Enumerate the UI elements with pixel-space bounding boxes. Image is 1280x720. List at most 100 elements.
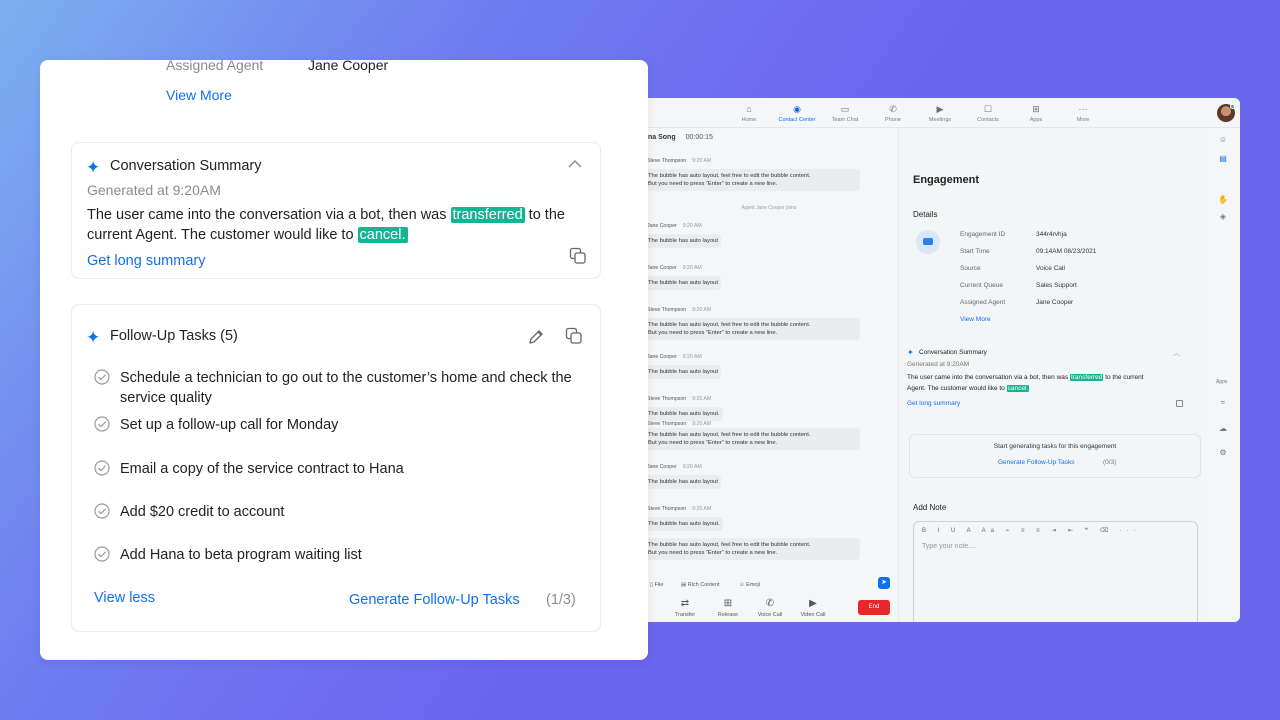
- message-meta: Steve Thompson 9:20 AM: [647, 421, 712, 427]
- check-circle-icon[interactable]: [94, 416, 110, 432]
- nav-label: Home: [741, 117, 757, 123]
- check-circle-icon[interactable]: [94, 546, 110, 562]
- detail-value: 344r4rvhja: [1036, 231, 1067, 238]
- nav-contact-center[interactable]: ◉ Contact Center: [772, 103, 822, 123]
- message-bubble: The bubble has auto layout: [645, 234, 721, 249]
- right-rail: ☺ ▤ ✋ ◈ Apps ≈ ☁ ⚙: [1206, 128, 1240, 622]
- action-label: Video Call: [800, 612, 826, 618]
- detail-value: Jane Cooper: [1036, 299, 1074, 306]
- cloud-icon[interactable]: ☁: [1218, 424, 1228, 434]
- release-button[interactable]: ⊞ Release: [708, 598, 748, 618]
- voice-call-button[interactable]: ✆ Voice Call: [750, 598, 790, 618]
- detail-label: Current Queue: [960, 282, 1003, 289]
- message-meta: Jane Cooper 9:20 AM: [647, 265, 702, 271]
- sparkle-icon: ✦: [86, 328, 101, 347]
- summary-card: ✦ Conversation Summary ︿ Generated at 9:…: [905, 348, 1195, 420]
- phone-icon: ✆: [765, 598, 775, 609]
- attach-file-button[interactable]: ▯ File: [650, 582, 663, 588]
- nav-phone[interactable]: ✆ Phone: [868, 103, 918, 123]
- message-meta: Steve Thompson 9:20 AM: [647, 506, 712, 512]
- video-call-button[interactable]: ▶ Video Call: [793, 598, 833, 618]
- check-circle-icon[interactable]: [94, 460, 110, 476]
- hand-icon[interactable]: ✋: [1218, 195, 1228, 205]
- summary-card-zoomed: Assigned Agent Jane Cooper View More ✦ C…: [40, 60, 648, 660]
- more-icon: ···: [1078, 104, 1088, 114]
- follow-up-tasks-card: ✦ Follow-Up Tasks (5) Schedule a technic…: [71, 304, 601, 632]
- get-long-summary-link[interactable]: Get long summary: [907, 400, 960, 407]
- hubspot-icon[interactable]: ⚙: [1218, 448, 1228, 458]
- nav-contacts[interactable]: ☐ Contacts: [963, 103, 1013, 123]
- summary-title: Conversation Summary: [110, 158, 262, 174]
- task-text: Set up a follow-up call for Monday: [120, 417, 339, 433]
- generate-count: (1/3): [546, 592, 576, 608]
- transfer-icon: ⇄: [680, 598, 690, 609]
- chevron-up-icon[interactable]: [568, 157, 582, 171]
- get-long-summary-link[interactable]: Get long summary: [87, 253, 205, 269]
- message-bubble: The bubble has auto layout: [645, 365, 721, 380]
- document-icon[interactable]: ▤: [1218, 154, 1228, 164]
- send-icon[interactable]: ➤: [878, 577, 890, 589]
- message-meta: Steve Thompson 9:20 AM: [647, 307, 712, 313]
- action-label: Voice Call: [757, 612, 783, 618]
- eye-icon[interactable]: ◈: [1218, 212, 1228, 222]
- message-meta: Steve Thompson 9:20 AM: [647, 396, 712, 402]
- video-icon: ▶: [809, 598, 817, 609]
- transfer-button[interactable]: ⇄ Transfer: [665, 598, 705, 618]
- generate-tasks-link[interactable]: Generate Follow-Up Tasks: [349, 592, 520, 608]
- view-more-link[interactable]: View More: [960, 316, 991, 323]
- app-logo-icon[interactable]: ≈: [1218, 398, 1228, 408]
- summary-title: Conversation Summary: [919, 349, 987, 356]
- chat-icon: ▭: [840, 104, 850, 114]
- end-call-button[interactable]: End: [858, 600, 890, 615]
- nav-label: Meetings: [928, 117, 952, 123]
- nav-label: Contacts: [977, 117, 999, 123]
- nav-apps[interactable]: ⊞ Apps: [1011, 103, 1061, 123]
- conversation-summary-card: ✦ Conversation Summary Generated at 9:20…: [71, 142, 601, 279]
- engagement-panel: Engagement Details Engagement ID 344r4rv…: [899, 128, 1206, 622]
- note-editor[interactable]: B I U A Aa ⌁ ≡ ≡ ⇥ ⇤ ❝ ⌫ ··· Type your n…: [913, 521, 1198, 622]
- emoji-button[interactable]: ☺ Emoji: [739, 582, 760, 588]
- sparkle-icon: ✦: [86, 158, 101, 177]
- nav-label: Contact Center: [778, 117, 816, 123]
- chevron-up-icon[interactable]: ︿: [1173, 348, 1180, 358]
- generate-tasks-link[interactable]: Generate Follow-Up Tasks: [998, 459, 1074, 466]
- rich-content-button[interactable]: ▤ Rich Content: [681, 582, 720, 588]
- generate-prompt: Start generating tasks for this engageme…: [993, 443, 1117, 450]
- view-less-link[interactable]: View less: [94, 590, 155, 606]
- apps-icon: ⊞: [1032, 104, 1040, 114]
- detail-value: Voice Call: [1036, 265, 1065, 272]
- copy-icon[interactable]: [565, 327, 583, 345]
- message-bubble: The bubble has auto layout, feel free to…: [645, 318, 860, 341]
- view-more-link[interactable]: View More: [166, 87, 232, 103]
- check-circle-icon[interactable]: [94, 369, 110, 385]
- copy-icon[interactable]: [569, 247, 587, 265]
- nav-more[interactable]: ··· More: [1058, 103, 1108, 123]
- nav-label: Apps: [1029, 117, 1043, 123]
- panel-title: Engagement: [913, 174, 980, 186]
- nav-home[interactable]: ⌂ Home: [724, 103, 774, 123]
- note-placeholder: Type your note....: [922, 543, 977, 550]
- user-icon[interactable]: ☺: [1218, 135, 1228, 145]
- detail-value: 09:14AM 08/23/2021: [1036, 248, 1097, 255]
- copy-icon[interactable]: [1176, 400, 1183, 407]
- pencil-icon[interactable]: [527, 328, 545, 346]
- nav-meetings[interactable]: ▶ Meetings: [915, 103, 965, 123]
- detail-label: Start Time: [960, 248, 990, 255]
- summary-generated: Generated at 9:20AM: [907, 361, 970, 368]
- detail-label: Assigned Agent: [960, 299, 1006, 306]
- action-label: Release: [717, 612, 739, 618]
- summary-text: The user came into the conversation via …: [87, 207, 565, 243]
- contact-center-window: ⌂ Home ◉ Contact Center ▭ Team Chat ✆ Phone …: [640, 98, 1240, 622]
- detail-value: Sales Support: [1036, 282, 1077, 289]
- message-bubble: The bubble has auto layout, feel free to…: [645, 169, 860, 192]
- message-meta: Jane Cooper 9:20 AM: [647, 354, 702, 360]
- release-icon: ⊞: [723, 598, 733, 609]
- nav-team-chat[interactable]: ▭ Team Chat: [820, 103, 870, 123]
- sparkle-icon: ✦: [907, 348, 914, 357]
- home-icon: ⌂: [746, 104, 752, 114]
- task-text: Email a copy of the service contract to …: [120, 461, 404, 477]
- check-circle-icon[interactable]: [94, 503, 110, 519]
- task-text: Add $20 credit to account: [120, 504, 285, 520]
- call-timer: 00:00:15: [685, 134, 713, 141]
- note-toolbar[interactable]: B I U A Aa ⌁ ≡ ≡ ⇥ ⇤ ❝ ⌫ ···: [922, 527, 1141, 534]
